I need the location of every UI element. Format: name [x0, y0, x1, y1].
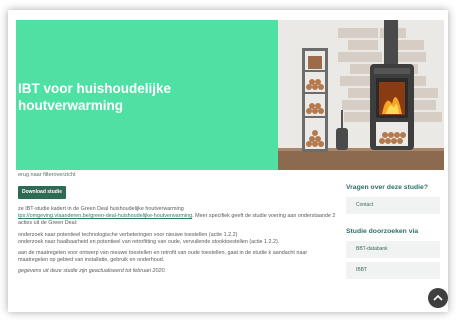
green-deal-link[interactable]: tps://omgeving.vlaanderen.be/green-deal-…	[18, 213, 192, 219]
wood-stove-photo	[278, 20, 444, 170]
action-paragraph: onderzoek naar potentieel technologische…	[18, 232, 336, 246]
chevron-up-icon	[433, 294, 443, 301]
hero-image	[278, 20, 444, 170]
page-title: IBT voor huishoudelijke houtverwarming	[18, 81, 172, 113]
search-heading: Studie doorzoeken via	[346, 228, 419, 235]
sidebar: Vragen over deze studie? Contact Studie …	[346, 184, 456, 283]
scroll-to-top-button[interactable]	[428, 288, 448, 308]
download-study-button[interactable]: Download studie	[18, 186, 66, 199]
hero-banner: IBT voor huishoudelijke houtverwarming	[16, 20, 444, 170]
update-note: gegevens uit deze studie zijn geactualis…	[18, 268, 167, 275]
study-description: ze IBT-studie kadert in de Green Deal hu…	[18, 206, 336, 280]
ibbt-link[interactable]: IBBT	[346, 262, 440, 279]
action-2-text: onderzoek naar haalbaarheid en potentiee…	[18, 238, 280, 245]
intro-text: ze IBT-studie kadert in de Green Deal hu…	[18, 206, 184, 212]
intro-paragraph: ze IBT-studie kadert in de Green Deal hu…	[18, 206, 336, 228]
back-to-filter-link[interactable]: erug naar filteroverzicht	[18, 172, 75, 178]
bbt-databank-link[interactable]: BBT-databank	[346, 241, 440, 258]
measures-paragraph: aan de maatregelen voor ontwerp van nieu…	[18, 250, 308, 264]
action-1-text: onderzoek naar potentieel technologische…	[18, 231, 238, 238]
hero-title-panel: IBT voor huishoudelijke houtverwarming	[16, 20, 278, 170]
questions-heading: Vragen over deze studie?	[346, 184, 428, 191]
contact-button[interactable]: Contact	[346, 197, 440, 214]
